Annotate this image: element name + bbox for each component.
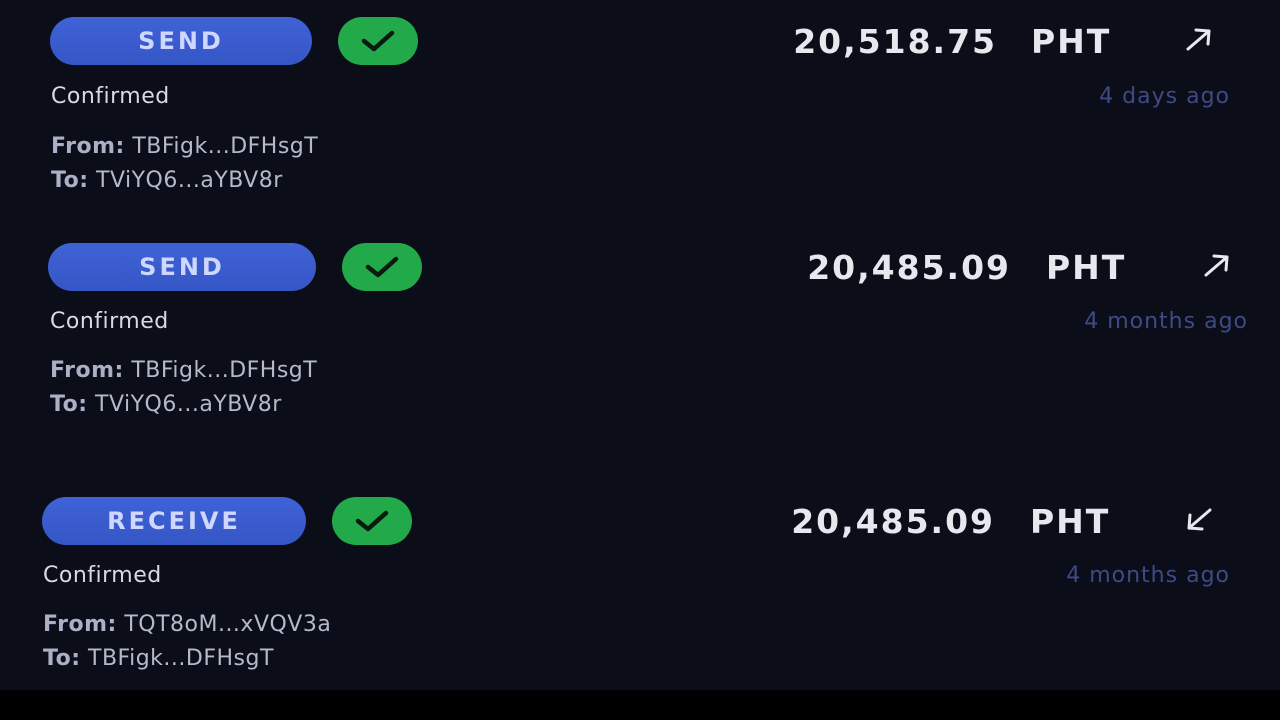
transaction-list: SEND 20,518.75 PHT Confirmed 4 days ago …	[0, 0, 1280, 690]
status-label: Confirmed	[43, 563, 162, 588]
status-label: Confirmed	[51, 84, 170, 109]
timestamp: 4 months ago	[1084, 309, 1248, 334]
from-value: TBFigk...DFHsgT	[132, 134, 319, 159]
bottom-bar	[0, 690, 1280, 720]
to-value: TViYQ6...aYBV8r	[95, 392, 282, 417]
amount-value: 20,485.09	[791, 502, 995, 541]
send-type-badge[interactable]: SEND	[50, 17, 312, 65]
transaction-item[interactable]: RECEIVE 20,485.09 PHT Confirmed 4 months…	[0, 470, 1280, 690]
confirmed-check-icon	[342, 243, 422, 291]
currency-code: PHT	[1030, 502, 1111, 541]
currency-code: PHT	[1031, 22, 1112, 61]
confirmed-check-icon	[332, 497, 412, 545]
arrow-down-left-icon	[1182, 503, 1216, 537]
transaction-item[interactable]: SEND 20,518.75 PHT Confirmed 4 days ago …	[0, 0, 1280, 225]
from-value: TQT8oM...xVQV3a	[124, 612, 332, 637]
to-address[interactable]: To: TViYQ6...aYBV8r	[50, 392, 282, 417]
arrow-up-right-icon	[1182, 22, 1216, 56]
receive-type-badge[interactable]: RECEIVE	[42, 497, 306, 545]
timestamp: 4 days ago	[1099, 84, 1230, 109]
from-label: From:	[50, 358, 124, 383]
from-address[interactable]: From: TQT8oM...xVQV3a	[43, 612, 331, 637]
transaction-item[interactable]: SEND 20,485.09 PHT Confirmed 4 months ag…	[0, 225, 1280, 470]
confirmed-check-icon	[338, 17, 418, 65]
send-type-badge[interactable]: SEND	[48, 243, 316, 291]
status-label: Confirmed	[50, 309, 169, 334]
to-address[interactable]: To: TViYQ6...aYBV8r	[51, 168, 283, 193]
from-address[interactable]: From: TBFigk...DFHsgT	[51, 134, 318, 159]
from-address[interactable]: From: TBFigk...DFHsgT	[50, 358, 317, 383]
arrow-up-right-icon	[1200, 248, 1234, 282]
to-label: To:	[51, 168, 89, 193]
to-label: To:	[50, 392, 88, 417]
from-label: From:	[43, 612, 117, 637]
from-value: TBFigk...DFHsgT	[131, 358, 318, 383]
to-label: To:	[43, 646, 81, 671]
amount-value: 20,518.75	[793, 22, 997, 61]
amount-value: 20,485.09	[807, 248, 1011, 287]
to-value: TViYQ6...aYBV8r	[96, 168, 283, 193]
currency-code: PHT	[1046, 248, 1127, 287]
to-address[interactable]: To: TBFigk...DFHsgT	[43, 646, 274, 671]
to-value: TBFigk...DFHsgT	[88, 646, 274, 671]
timestamp: 4 months ago	[1066, 563, 1230, 588]
from-label: From:	[51, 134, 125, 159]
